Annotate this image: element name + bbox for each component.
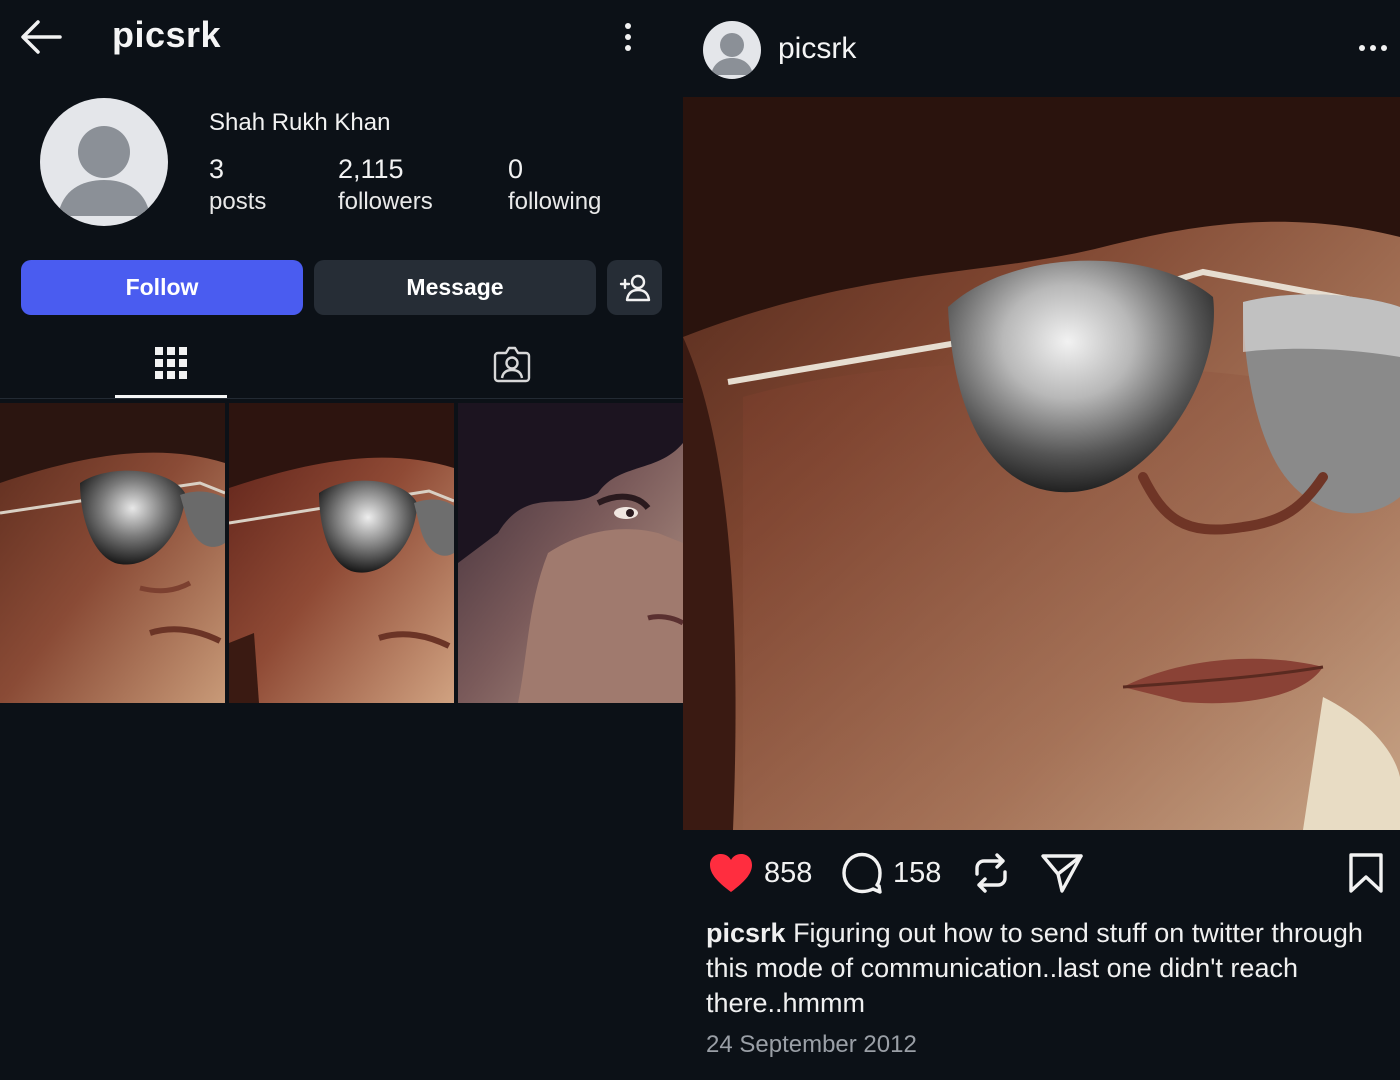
posts-label: posts bbox=[209, 188, 267, 215]
bookmark-icon bbox=[1349, 853, 1383, 893]
share-icon bbox=[1041, 854, 1083, 893]
default-avatar-icon bbox=[711, 33, 753, 75]
repost-icon bbox=[975, 853, 1007, 893]
suggest-users-button[interactable] bbox=[607, 260, 662, 315]
post-thumbnail[interactable] bbox=[0, 403, 225, 703]
post-thumbnail[interactable] bbox=[229, 403, 454, 703]
repost-button[interactable] bbox=[971, 852, 1011, 894]
default-avatar-icon bbox=[58, 126, 150, 216]
posts-count: 3 bbox=[209, 154, 225, 184]
profile-top-bar: picsrk bbox=[0, 0, 683, 80]
comment-count: 158 bbox=[893, 856, 942, 889]
like-count: 858 bbox=[764, 856, 813, 889]
caption-username[interactable]: picsrk bbox=[706, 918, 786, 948]
tagged-icon bbox=[493, 346, 531, 383]
profile-username: picsrk bbox=[112, 14, 222, 55]
share-button[interactable] bbox=[1040, 852, 1084, 894]
post-thumbnail-photo bbox=[458, 403, 683, 703]
message-button[interactable]: Message bbox=[314, 260, 596, 315]
like-button[interactable]: 858 bbox=[708, 852, 812, 894]
grid-icon bbox=[155, 347, 187, 379]
posts-stat[interactable]: 3 posts bbox=[209, 152, 266, 218]
post-author-avatar[interactable] bbox=[703, 21, 761, 79]
caption-text: Figuring out how to send stuff on twitte… bbox=[706, 918, 1363, 1018]
profile-avatar[interactable] bbox=[40, 98, 168, 226]
following-stat[interactable]: 0 following bbox=[508, 152, 601, 218]
post-panel: picsrk 858 158 picsrk Figuring out how t… bbox=[683, 0, 1400, 1080]
followers-stat[interactable]: 2,115 followers bbox=[338, 152, 433, 218]
profile-tabs bbox=[0, 330, 683, 400]
post-header: picsrk bbox=[683, 0, 1400, 97]
following-label: following bbox=[508, 188, 602, 215]
following-count: 0 bbox=[508, 154, 524, 184]
post-thumbnail-photo bbox=[229, 403, 454, 703]
tab-posts-grid[interactable] bbox=[115, 330, 227, 398]
post-caption: picsrk Figuring out how to send stuff on… bbox=[706, 916, 1366, 1021]
comment-button[interactable]: 158 bbox=[841, 852, 941, 894]
heart-icon bbox=[710, 854, 752, 892]
add-user-icon bbox=[619, 274, 650, 301]
tab-tagged[interactable] bbox=[456, 330, 568, 398]
back-arrow-icon[interactable] bbox=[18, 18, 64, 56]
more-icon[interactable] bbox=[1357, 38, 1389, 58]
post-date: 24 September 2012 bbox=[706, 1031, 917, 1058]
profile-display-name: Shah Rukh Khan bbox=[209, 109, 391, 136]
post-photo bbox=[683, 97, 1400, 830]
post-actions-bar: 858 158 bbox=[683, 848, 1400, 900]
follow-button[interactable]: Follow bbox=[21, 260, 303, 315]
post-image[interactable] bbox=[683, 97, 1400, 830]
post-thumbnail-photo bbox=[0, 403, 225, 703]
tabs-divider bbox=[0, 398, 683, 399]
comment-icon bbox=[842, 852, 882, 894]
followers-label: followers bbox=[338, 188, 433, 215]
kebab-menu-icon[interactable] bbox=[616, 20, 640, 56]
profile-panel: picsrk Shah Rukh Khan 3 posts 2,115 foll… bbox=[0, 0, 683, 1080]
post-thumbnail[interactable] bbox=[458, 403, 683, 703]
save-button[interactable] bbox=[1348, 852, 1384, 894]
followers-count: 2,115 bbox=[338, 154, 404, 184]
post-author-username[interactable]: picsrk bbox=[778, 32, 856, 66]
